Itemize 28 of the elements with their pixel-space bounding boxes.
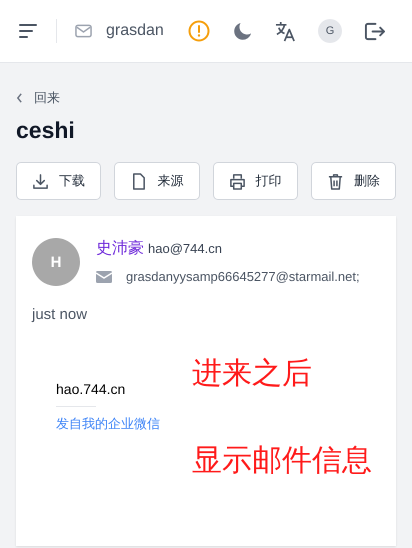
sender-name[interactable]: 史沛豪 xyxy=(96,238,144,259)
logout-icon[interactable] xyxy=(364,20,385,42)
document-icon xyxy=(130,172,148,190)
back-link[interactable]: 回来 xyxy=(16,89,396,107)
annotation-text: 进来之后 xyxy=(192,356,313,392)
download-icon xyxy=(32,172,50,190)
sender-avatar: H xyxy=(32,238,80,286)
print-button[interactable]: 打印 xyxy=(212,162,298,200)
envelope-icon xyxy=(96,270,112,282)
chevron-left-icon xyxy=(16,93,23,103)
menu-icon[interactable] xyxy=(19,24,37,38)
account-name[interactable]: grasdan xyxy=(106,22,172,40)
recipient-email: grasdanyysamp66645277@starmail.net; xyxy=(126,269,360,284)
page-title: ceshi xyxy=(16,117,76,144)
trash-icon xyxy=(326,172,344,190)
delete-button[interactable]: 删除 xyxy=(310,162,396,200)
annotation-text: 显示邮件信息 xyxy=(192,443,372,479)
message-time: just now xyxy=(32,306,88,323)
user-avatar[interactable]: G xyxy=(318,19,342,43)
mail-icon xyxy=(75,24,92,38)
sender-email: hao@744.cn xyxy=(148,241,222,256)
download-button[interactable]: 下载 xyxy=(16,162,102,200)
signature-text: 发自我的企业微信 xyxy=(56,415,161,433)
source-button[interactable]: 来源 xyxy=(114,162,200,200)
printer-icon xyxy=(228,172,246,190)
translate-icon[interactable] xyxy=(275,20,296,42)
message-body: hao.744.cn xyxy=(56,381,126,397)
moon-icon[interactable] xyxy=(233,22,252,40)
